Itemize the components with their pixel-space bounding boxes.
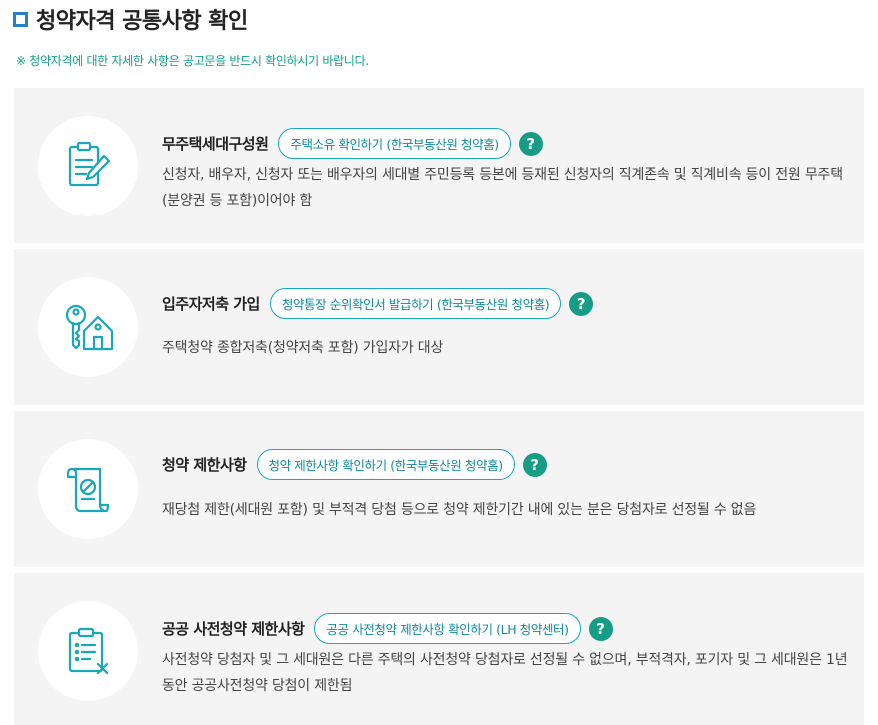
prohibited-scroll-icon [66, 467, 110, 513]
card-public-pre-subscription: 공공 사전청약 제한사항 공공 사전청약 제한사항 확인하기 (LH 청약센터)… [14, 573, 864, 725]
help-icon[interactable]: ? [588, 616, 613, 641]
clipboard-x-icon [68, 627, 109, 675]
card-homeless-household: 무주택세대구성원 주택소유 확인하기 (한국부동산원 청약홈) ? 신청자, 배… [14, 88, 864, 243]
card-head: 입주자저축 가입 청약통장 순위확인서 발급하기 (한국부동산원 청약홈) ? [162, 288, 594, 319]
pre-subscription-restriction-link[interactable]: 공공 사전청약 제한사항 확인하기 (LH 청약센터) [314, 613, 581, 644]
card-head: 공공 사전청약 제한사항 공공 사전청약 제한사항 확인하기 (LH 청약센터)… [162, 613, 613, 644]
icon-circle [38, 277, 138, 377]
page-title: 청약자격 공통사항 확인 [36, 9, 248, 34]
card-savings-subscription: 입주자저축 가입 청약통장 순위확인서 발급하기 (한국부동산원 청약홈) ? … [14, 249, 864, 405]
card-subscription-restrictions: 청약 제한사항 청약 제한사항 확인하기 (한국부동산원 청약홈) ? 재당첨 … [14, 411, 864, 567]
restriction-check-link[interactable]: 청약 제한사항 확인하기 (한국부동산원 청약홈) [256, 449, 515, 480]
icon-circle [38, 116, 138, 216]
card-head: 청약 제한사항 청약 제한사항 확인하기 (한국부동산원 청약홈) ? [162, 449, 547, 480]
document-pen-icon [68, 141, 111, 187]
help-icon[interactable]: ? [518, 131, 543, 156]
card-label: 입주자저축 가입 [162, 295, 260, 313]
notice-text: ※ 청약자격에 대한 자세한 사항은 공고문을 반드시 확인하시기 바랍니다. [16, 54, 369, 68]
savings-rank-certificate-link[interactable]: 청약통장 순위확인서 발급하기 (한국부동산원 청약홈) [269, 288, 562, 319]
card-description: 신청자, 배우자, 신청자 또는 배우자의 세대별 주민등록 등본에 등재된 신… [162, 167, 843, 209]
card-head: 무주택세대구성원 주택소유 확인하기 (한국부동산원 청약홈) ? [162, 128, 543, 159]
card-label: 공공 사전청약 제한사항 [162, 620, 305, 638]
title-square-icon [13, 11, 28, 27]
help-icon[interactable]: ? [522, 452, 547, 477]
icon-circle [38, 439, 138, 539]
card-description: 주택청약 종합저축(청약저축 포함) 가입자가 대상 [162, 340, 444, 356]
key-house-icon [65, 304, 114, 351]
card-description: 재당첨 제한(세대원 포함) 및 부적격 당첨 등으로 청약 제한기간 내에 있… [162, 502, 757, 518]
page-title-row: 청약자격 공통사항 확인 [13, 6, 248, 34]
card-label: 청약 제한사항 [162, 456, 247, 474]
card-description: 사전청약 당첨자 및 그 세대원은 다른 주택의 사전청약 당첨자로 선정될 수… [162, 652, 848, 694]
house-ownership-check-link[interactable]: 주택소유 확인하기 (한국부동산원 청약홈) [278, 128, 511, 159]
card-label: 무주택세대구성원 [162, 135, 269, 153]
help-icon[interactable]: ? [569, 291, 594, 316]
icon-circle [38, 601, 138, 701]
